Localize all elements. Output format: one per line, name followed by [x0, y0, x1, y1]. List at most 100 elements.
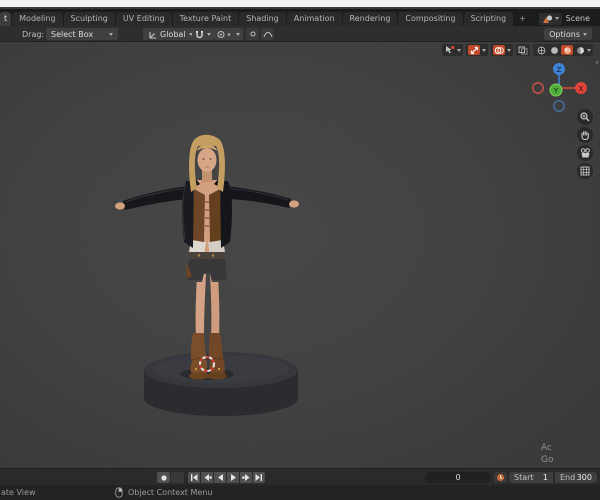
jump-to-end-button[interactable] [253, 472, 265, 483]
axis-x-neg-handle [532, 81, 544, 94]
axis-x-label: X [579, 85, 584, 93]
axis-z-label: Z [557, 66, 562, 74]
proportional-icon [217, 30, 231, 38]
next-keyframe-icon [241, 474, 249, 481]
pan-button[interactable] [577, 127, 593, 143]
character-model[interactable] [115, 134, 299, 380]
jump-to-start-button[interactable] [188, 472, 200, 483]
workspace-tabs: t Modeling Sculpting UV Editing Texture … [0, 11, 531, 26]
current-frame-field[interactable]: 0 [425, 472, 491, 483]
falloff-curve-icon [262, 31, 273, 38]
solid-icon [550, 46, 558, 54]
options-label: Options [549, 29, 580, 39]
proportional-center-toggle[interactable] [246, 28, 259, 40]
shading-rendered-button[interactable] [574, 45, 586, 55]
gizmo-icon [470, 46, 478, 54]
status-context-menu-hint: Object Context Menu [128, 488, 213, 497]
start-label: Start [514, 473, 534, 482]
play-icon [230, 474, 236, 481]
tab-uv-editing[interactable]: UV Editing [115, 12, 172, 26]
play-reverse-button[interactable] [214, 472, 226, 483]
select-mode-dropdown[interactable]: Select Box [46, 28, 118, 40]
preview-range-button[interactable] [494, 472, 507, 483]
dot-icon [250, 31, 255, 37]
tab-layout[interactable]: t [0, 12, 12, 26]
scene-render [115, 134, 299, 416]
scene-name: Scene [565, 14, 590, 23]
chevron-down-icon [109, 32, 113, 36]
tab-shading[interactable]: Shading [239, 12, 286, 26]
prev-keyframe-button[interactable] [201, 472, 213, 483]
status-keymap-hint: ate View [1, 488, 36, 497]
tab-compositing[interactable]: Compositing [398, 12, 463, 26]
topbar: t Modeling Sculpting UV Editing Texture … [0, 11, 600, 26]
chevron-down-icon [554, 17, 559, 20]
next-keyframe-button[interactable] [240, 472, 252, 483]
shading-material-button[interactable] [561, 45, 573, 55]
keying-options-button[interactable] [171, 472, 184, 483]
tab-animation[interactable]: Animation [286, 12, 342, 26]
auto-keying-button[interactable] [157, 472, 170, 483]
pan-hand-icon [581, 130, 589, 140]
proportional-editing-dropdown[interactable] [214, 28, 243, 40]
tab-texture-paint[interactable]: Texture Paint [172, 12, 239, 26]
frame-end-field[interactable]: End 300 [555, 472, 597, 483]
camera-view-button[interactable] [577, 145, 593, 161]
clipped-text-fragment: Ac [541, 443, 552, 453]
orientation-axes-icon [149, 31, 156, 39]
navigation-gizmo[interactable]: Z X Y [532, 56, 588, 118]
record-icon [160, 474, 167, 481]
visibility-icon [446, 45, 455, 54]
material-icon [563, 46, 571, 54]
shading-wireframe-button[interactable] [535, 45, 547, 55]
zoom-button[interactable] [577, 109, 593, 125]
shading-solid-button[interactable] [548, 45, 560, 55]
tab-rendering[interactable]: Rendering [342, 12, 398, 26]
frame-start-field[interactable]: Start 1 [509, 472, 553, 483]
overlays-icon [494, 46, 504, 54]
clipped-text-fragment: Go [541, 455, 554, 465]
transform-orientation-dropdown[interactable]: Global [143, 28, 198, 40]
object-visibility-dropdown[interactable] [442, 44, 463, 56]
drag-label: Drag: [22, 30, 45, 39]
tab-scripting[interactable]: Scripting [463, 12, 514, 26]
options-dropdown[interactable]: Options [544, 28, 592, 40]
play-button[interactable] [227, 472, 239, 483]
end-value: 300 [576, 473, 592, 482]
falloff-curve-toggle[interactable] [261, 28, 274, 40]
scene-dropdown[interactable] [538, 12, 562, 25]
tab-modeling[interactable]: Modeling [12, 12, 63, 26]
scene-selector: Scene [538, 11, 600, 26]
chevron-down-icon [507, 48, 511, 52]
ortho-grid-icon [580, 166, 590, 176]
axis-y-label: Y [553, 87, 559, 95]
magnet-icon [196, 30, 203, 38]
tab-sculpting[interactable]: Sculpting [63, 12, 115, 26]
timeline-bar: 0 Start 1 End 300 [0, 468, 600, 485]
sidebar-collapse-arrow[interactable]: ‹ [595, 58, 599, 68]
xray-toggle[interactable] [516, 44, 530, 56]
rendered-icon [576, 46, 584, 54]
scene-icon [542, 14, 552, 23]
clock-icon [496, 473, 505, 482]
chevron-down-icon [587, 48, 591, 52]
wireframe-icon [537, 46, 545, 54]
playback-controls [188, 472, 265, 483]
show-overlays-toggle[interactable] [491, 44, 513, 56]
viewport-3d[interactable]: ‹ Z X Y Ac Go [0, 42, 600, 468]
chevron-down-icon [236, 32, 240, 36]
end-label: End [560, 473, 576, 482]
snapping-dropdown[interactable] [192, 28, 214, 40]
chevron-down-icon [583, 32, 587, 36]
start-value: 1 [542, 473, 548, 482]
camera-icon [580, 148, 590, 158]
ortho-toggle-button[interactable] [577, 163, 593, 179]
orientation-value: Global [160, 29, 186, 39]
play-reverse-icon [217, 474, 223, 481]
add-workspace-button[interactable]: + [514, 12, 531, 26]
show-gizmos-toggle[interactable] [466, 44, 488, 56]
prev-keyframe-icon [204, 474, 212, 481]
chevron-down-icon [457, 48, 461, 52]
xray-icon [518, 46, 528, 55]
axis-z-neg-handle [552, 99, 565, 112]
